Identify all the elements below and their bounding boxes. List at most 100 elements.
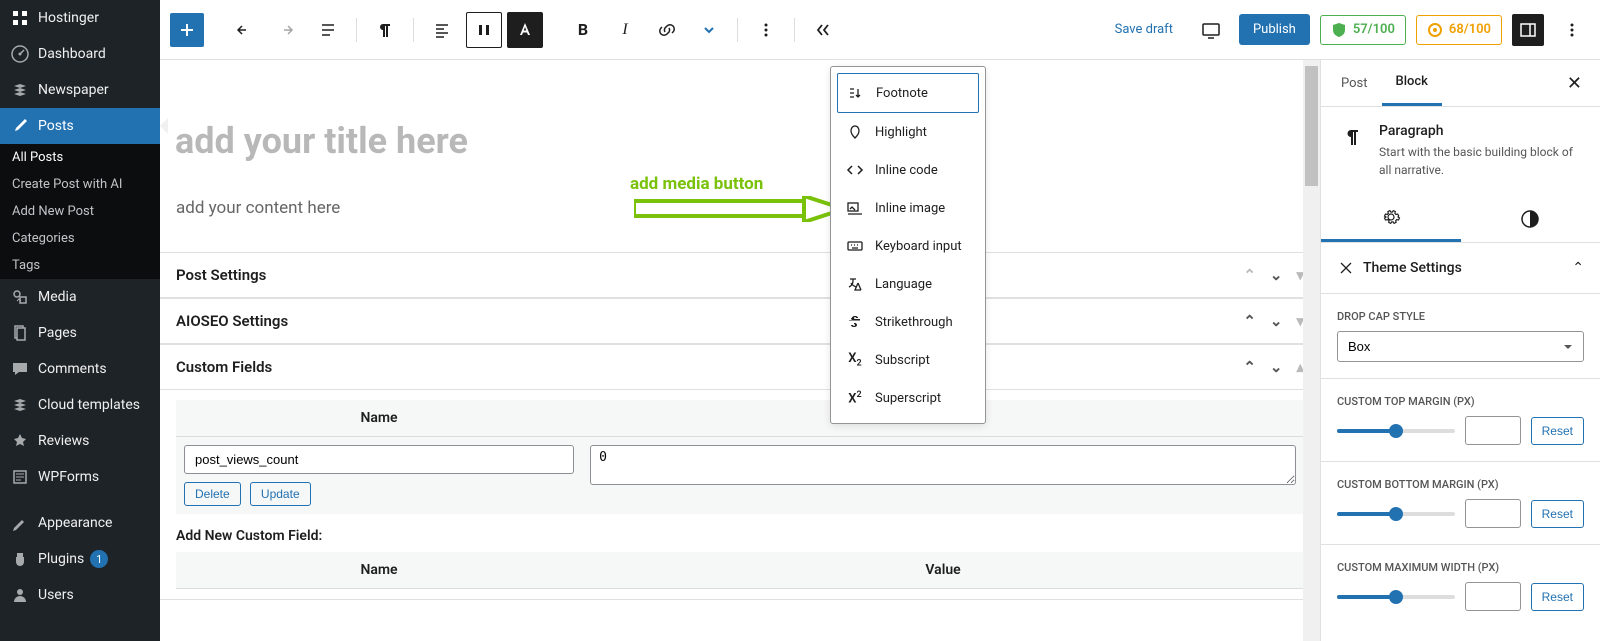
- collapse-button[interactable]: [805, 12, 841, 48]
- cf-name-input[interactable]: [184, 445, 574, 474]
- sidebar-item-cloud-templates[interactable]: Cloud templates: [0, 387, 160, 423]
- columns-button[interactable]: [466, 12, 502, 48]
- chevron-up-icon[interactable]: ⌃: [1243, 358, 1256, 376]
- redo-button[interactable]: [268, 12, 304, 48]
- tab-styles-icon[interactable]: [1461, 195, 1600, 242]
- menu-item-superscript[interactable]: X2 Superscript: [837, 379, 979, 417]
- top-margin-slider[interactable]: [1337, 429, 1455, 433]
- menu-item-inline-code[interactable]: Inline code: [837, 151, 979, 189]
- media-icon: [10, 287, 30, 307]
- chevron-down-icon[interactable]: ⌄: [1270, 266, 1283, 284]
- max-width-input[interactable]: [1465, 582, 1521, 611]
- menu-item-language[interactable]: Language: [837, 265, 979, 303]
- sidebar-item-comments[interactable]: Comments: [0, 351, 160, 387]
- chevron-up-icon[interactable]: ⌃: [1243, 266, 1256, 284]
- sidebar-item-reviews[interactable]: Reviews: [0, 423, 160, 459]
- options-button[interactable]: [748, 12, 784, 48]
- sidebar-item-posts[interactable]: Posts: [0, 108, 160, 144]
- seo-score-1-value: 57/100: [1353, 22, 1395, 37]
- document-overview-button[interactable]: [310, 12, 346, 48]
- bottom-margin-input[interactable]: [1465, 499, 1521, 528]
- top-margin-input[interactable]: [1465, 416, 1521, 445]
- delete-button[interactable]: Delete: [184, 482, 241, 506]
- menu-item-keyboard[interactable]: Keyboard input: [837, 227, 979, 265]
- max-width-slider[interactable]: [1337, 595, 1455, 599]
- chevron-down-icon[interactable]: ⌄: [1270, 312, 1283, 330]
- scrollbar[interactable]: [1303, 60, 1320, 641]
- theme-settings-header[interactable]: Theme Settings ⌃: [1337, 259, 1584, 277]
- custom-fields-table: Name Value Delete Update: [176, 400, 1304, 514]
- custom-fields-table-new: Name Value: [176, 552, 1304, 589]
- sub-categories[interactable]: Categories: [0, 225, 160, 252]
- brand[interactable]: Hostinger: [0, 0, 160, 36]
- menu-label: Keyboard input: [875, 239, 962, 254]
- sub-tags[interactable]: Tags: [0, 252, 160, 279]
- cf-value-input[interactable]: 0: [590, 445, 1296, 485]
- menu-item-footnote[interactable]: Footnote: [837, 73, 979, 113]
- scrollbar-thumb[interactable]: [1305, 66, 1318, 186]
- editor-canvas[interactable]: add your title here add media button add…: [160, 60, 1320, 641]
- tab-block[interactable]: Block: [1382, 60, 1442, 106]
- bottom-margin-slider[interactable]: [1337, 512, 1455, 516]
- more-options-button[interactable]: [1554, 12, 1590, 48]
- pages-icon: [10, 323, 30, 343]
- italic-button[interactable]: I: [607, 12, 643, 48]
- menu-label: Inline image: [875, 201, 945, 216]
- close-sidebar-button[interactable]: ✕: [1555, 63, 1594, 104]
- sidebar-item-users[interactable]: Users: [0, 577, 160, 613]
- menu-item-highlight[interactable]: Highlight: [837, 113, 979, 151]
- publish-button[interactable]: Publish: [1239, 14, 1310, 45]
- superscript-icon: X2: [845, 388, 865, 408]
- seo-score-2[interactable]: 68/100: [1416, 15, 1502, 45]
- drop-cap-label: Drop cap style: [1337, 310, 1584, 323]
- update-button[interactable]: Update: [250, 482, 311, 506]
- bold-button[interactable]: B: [565, 12, 601, 48]
- sidebar-item-appearance[interactable]: Appearance: [0, 505, 160, 541]
- sub-all-posts[interactable]: All Posts: [0, 144, 160, 171]
- sub-add-new[interactable]: Add New Post: [0, 198, 160, 225]
- post-title-input[interactable]: add your title here: [160, 120, 1320, 162]
- align-button[interactable]: [424, 12, 460, 48]
- hostinger-icon: [10, 8, 30, 28]
- more-rich-text-button[interactable]: [691, 12, 727, 48]
- block-inserter-button[interactable]: [170, 13, 204, 47]
- annotation-label: add media button: [630, 174, 763, 194]
- paragraph-icon[interactable]: [367, 12, 403, 48]
- preview-button[interactable]: [1193, 12, 1229, 48]
- reset-button[interactable]: Reset: [1531, 417, 1584, 445]
- sidebar-item-plugins[interactable]: Plugins 1: [0, 541, 160, 577]
- drop-cap-select[interactable]: Box: [1337, 331, 1584, 362]
- block-name: Paragraph: [1379, 123, 1584, 139]
- sidebar-item-newspaper[interactable]: Newspaper: [0, 72, 160, 108]
- chevron-up-icon[interactable]: ⌃: [1572, 260, 1584, 276]
- tab-settings-icon[interactable]: [1321, 195, 1461, 242]
- reset-button[interactable]: Reset: [1531, 500, 1584, 528]
- tab-post[interactable]: Post: [1327, 62, 1382, 105]
- posts-icon: [10, 116, 30, 136]
- custom-fields-panel[interactable]: Custom Fields ⌃ ⌄ ▴: [160, 344, 1320, 390]
- sidebar-item-wpforms[interactable]: WPForms: [0, 459, 160, 495]
- post-settings-panel[interactable]: Post Settings ⌃ ⌄ ▾: [160, 252, 1320, 298]
- sidebar-item-pages[interactable]: Pages: [0, 315, 160, 351]
- seo-score-1[interactable]: 57/100: [1320, 15, 1406, 45]
- text-color-button[interactable]: [507, 12, 543, 48]
- menu-item-inline-image[interactable]: Inline image: [837, 189, 979, 227]
- brand-label: Hostinger: [38, 10, 99, 26]
- aioseo-panel[interactable]: AIOSEO Settings ⌃ ⌄ ▾: [160, 298, 1320, 344]
- menu-item-subscript[interactable]: X2 Subscript: [837, 341, 979, 379]
- undo-button[interactable]: [226, 12, 262, 48]
- menu-item-strikethrough[interactable]: Strikethrough: [837, 303, 979, 341]
- sub-create-ai[interactable]: Create Post with AI: [0, 171, 160, 198]
- theme-settings-label: Theme Settings: [1363, 260, 1462, 276]
- sidebar-item-media[interactable]: Media: [0, 279, 160, 315]
- chevron-up-icon[interactable]: ⌃: [1243, 312, 1256, 330]
- language-icon: [845, 274, 865, 294]
- chevron-down-icon[interactable]: ⌄: [1270, 358, 1283, 376]
- sidebar-item-dashboard[interactable]: Dashboard: [0, 36, 160, 72]
- settings-sidebar-toggle[interactable]: [1512, 14, 1544, 46]
- editor: B I Save draft Publish 57/100 68/100: [160, 0, 1600, 641]
- link-button[interactable]: [649, 12, 685, 48]
- reset-button[interactable]: Reset: [1531, 583, 1584, 611]
- panel-title: Custom Fields: [176, 358, 272, 376]
- save-draft-button[interactable]: Save draft: [1105, 14, 1183, 45]
